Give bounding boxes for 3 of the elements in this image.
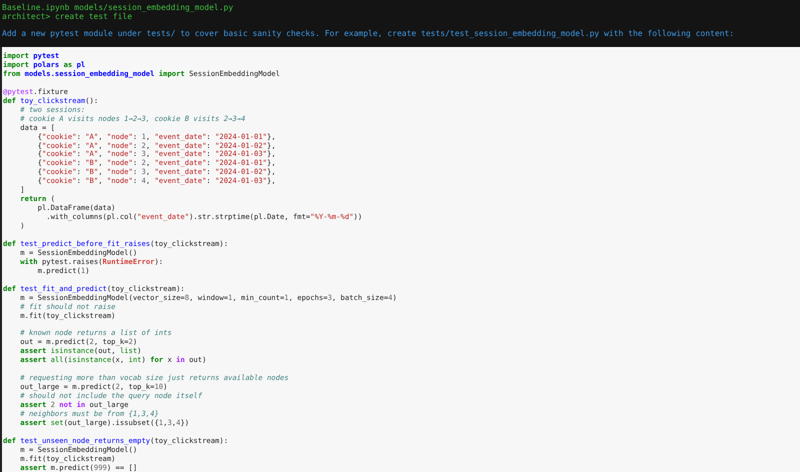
command-line: architect> create test file [2,12,132,21]
response-line: Add a new pytest module under tests/ to cover basic sanity checks. For example, create tests/test_session_embedding_model.py with the following content: [2,29,734,38]
context-line: Baseline.ipynb models/session_embedding_model.py [2,3,234,12]
